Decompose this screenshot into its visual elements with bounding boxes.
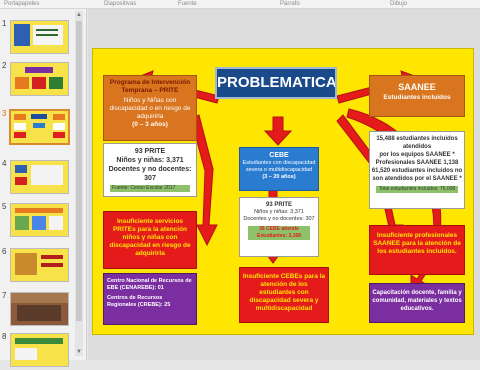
slide-editor-canvas: PROBLEMATICA Programa de Intervención Te… (88, 9, 480, 360)
slide-preview (10, 292, 69, 326)
cebe-stats-box: 93 PRITE Niños y niñas: 3,371 Docentes y… (239, 197, 319, 257)
slide-number: 5 (2, 202, 7, 211)
cebe-note: 36 CEBE atiende Estudiantes: 3,168 (248, 226, 310, 240)
ribbon-bar: Portapapeles Diapositivas Fuente Párrafo… (0, 0, 480, 9)
saanee-professionals: Profesionales SAANEE 1,138 (375, 160, 459, 166)
prite-problem-box: Insuficiente servicios PRITEs para la at… (103, 211, 197, 269)
arrow-to-cebe (263, 116, 293, 146)
training-box: Capacitación docente, familia y comunida… (369, 283, 465, 323)
problematica-title-box: PROBLEMATICA (215, 67, 337, 99)
saanee-subheading: Estudiantes incluidos (383, 94, 451, 101)
slide-number: 4 (2, 159, 7, 168)
slide-preview (10, 160, 69, 194)
saanee-not-served: 61,520 estudiantes incluidos no son aten… (371, 168, 463, 182)
prite-children: Niños y niñas: 3,371 (116, 157, 184, 164)
cebe-box: CEBE Estudiantes con discapacidad severa… (239, 147, 319, 191)
slide-preview (9, 109, 70, 145)
slide-preview (10, 203, 69, 237)
cebe-problem-box: Insuficiente CEBEs para la atención de l… (239, 267, 329, 323)
training-text: Capacitación docente, familia y comunida… (372, 290, 462, 312)
centers-regional: Centros de Recursos Regionales (CREBE): … (107, 295, 171, 308)
slide-number: 8 (2, 332, 7, 341)
saanee-stats-box: 15,488 estudiantes incluidos atendidos p… (369, 131, 465, 209)
saanee-heading: SAANEE (398, 82, 436, 92)
cebe-heading: CEBE (269, 152, 289, 159)
cebe-problem-text: Insuficiente CEBEs para la atención de l… (242, 273, 326, 312)
page-title: PROBLEMATICA (217, 74, 337, 91)
slide-thumbnail-6[interactable]: 6 (0, 247, 74, 285)
prite-problem-text: Insuficiente servicios PRITEs para la at… (109, 218, 191, 257)
slide-thumbnail-7[interactable]: 7 (0, 291, 74, 329)
prite-box: Programa de Intervención Temprana – PRIT… (103, 75, 197, 141)
slide-thumbnail-2[interactable]: 2 (0, 61, 74, 99)
saanee-box: SAANEE Estudiantes incluidos (369, 75, 465, 117)
slide-thumbnail-4[interactable]: 4 (0, 159, 74, 197)
slide-thumbnail-5[interactable]: 5 (0, 202, 74, 240)
cebe-count: 93 PRITE (265, 202, 292, 208)
slide-number: 2 (2, 61, 7, 70)
prite-ages: (0 – 3 años) (132, 121, 168, 128)
ribbon-group-drawing: Dibujo (390, 1, 408, 7)
centers-national: Centro Nacional de Recursos de EBE (CENA… (107, 278, 192, 291)
slide-number: 3 (2, 109, 7, 118)
slide-number: 6 (2, 247, 7, 256)
scrollbar-thumb[interactable] (76, 21, 82, 321)
scroll-down-icon[interactable]: ▼ (75, 348, 83, 356)
ribbon-group-font: Fuente (178, 1, 197, 7)
slide-thumbnail-1[interactable]: 1 (0, 19, 74, 57)
prite-stats-box: 93 PRITE Niños y niñas: 3,371 Docentes y… (103, 143, 197, 197)
cebe-teachers: Docentes y no docentes: 307 (243, 216, 315, 222)
prite-heading: Programa de Intervención Temprana – PRIT… (109, 79, 191, 94)
thumbnails-scrollbar[interactable]: ▲ ▼ (75, 11, 83, 356)
prite-teachers: Docentes y no docentes: 307 (108, 166, 192, 182)
slide-thumbnails-pane: 1 2 3 4 5 6 7 8 (0, 9, 87, 367)
centers-box: Centro Nacional de Recursos de EBE (CENA… (103, 273, 197, 325)
slide-number: 1 (2, 19, 7, 28)
cebe-body: Estudiantes con discapacidad severa o mu… (242, 160, 316, 173)
slide-thumbnail-3[interactable]: 3 (0, 109, 74, 147)
saanee-by-teams: por los equipos SAANEE * (379, 152, 455, 158)
saanee-problem-text: Insuficiente profesionales SAANEE para l… (373, 232, 461, 255)
ribbon-group-clipboard: Portapapeles (4, 1, 40, 7)
prite-count: 93 PRITE (134, 148, 166, 155)
scroll-up-icon[interactable]: ▲ (75, 11, 83, 19)
slide-preview (10, 62, 69, 96)
saanee-students: 15,488 estudiantes incluidos atendidos (376, 136, 458, 150)
slide-thumbnail-8[interactable]: 8 (0, 332, 74, 370)
prite-body: Niños y Niñas con discapacidad o en ries… (109, 97, 191, 120)
slide-preview (10, 20, 69, 54)
slide-number: 7 (2, 291, 7, 300)
slide-preview (10, 248, 69, 282)
ribbon-group-slides: Diapositivas (104, 1, 137, 7)
slide-preview (10, 333, 69, 367)
ribbon-group-paragraph: Párrafo (280, 1, 300, 7)
saanee-problem-box: Insuficiente profesionales SAANEE para l… (369, 225, 465, 275)
prite-source: Fuente: Censo Escolar 2017 (110, 185, 190, 192)
saanee-total: Total estudiantes incluidos: 76,008 (376, 186, 458, 193)
cebe-ages: (3 – 20 años) (262, 174, 296, 180)
cebe-children: Niños y niñas: 3,371 (254, 209, 304, 215)
current-slide[interactable]: PROBLEMATICA Programa de Intervención Te… (92, 48, 474, 335)
